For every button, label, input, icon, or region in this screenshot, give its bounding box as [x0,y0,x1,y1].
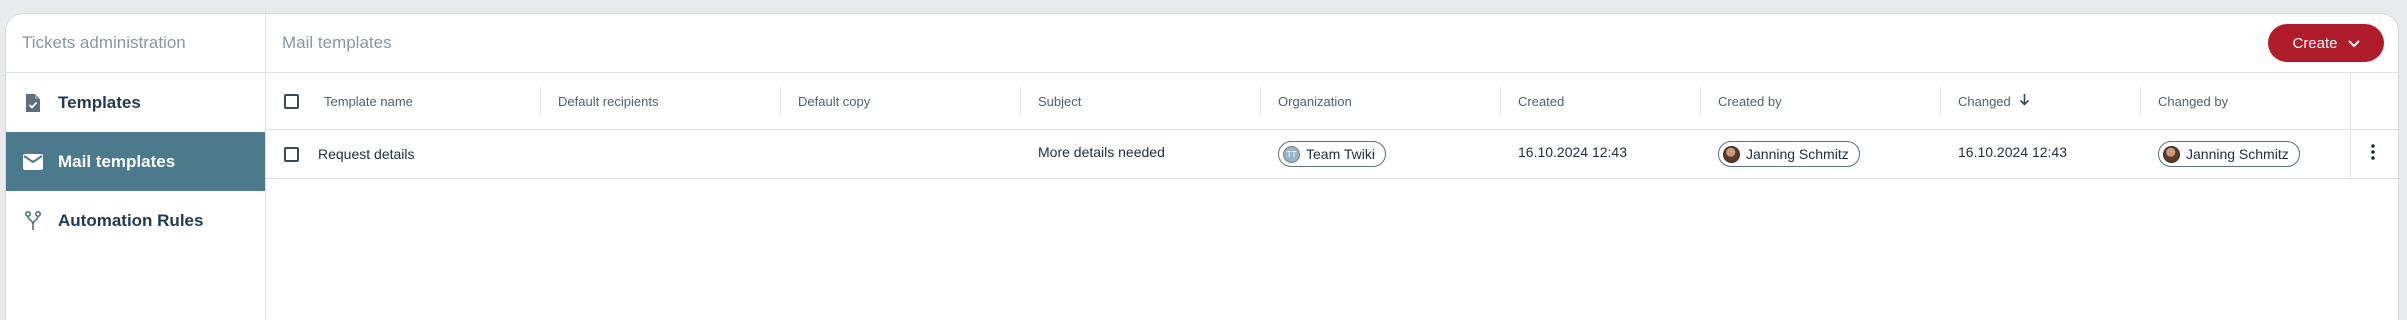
user-name: Janning Schmitz [2186,146,2289,162]
sidebar-item-label: Templates [58,92,141,112]
app-window: Tickets administration Templates Mail te… [5,13,2399,320]
team-avatar: TT [1283,145,1300,163]
row-more-button[interactable] [2358,130,2388,178]
column-divider[interactable] [2140,87,2141,115]
row-checkbox-cell [284,130,299,178]
sidebar-item-label: Mail templates [58,151,176,171]
cell-subject: More details needed [1038,144,1165,160]
sidebar-item-automation-rules[interactable]: Automation Rules [6,191,265,250]
cell-created: 16.10.2024 12:43 [1518,144,1627,160]
cell-created-by: Janning Schmitz [1718,130,1860,178]
select-all-checkbox-cell [284,73,299,129]
sidebar: Tickets administration Templates Mail te… [6,14,266,320]
document-check-icon [22,92,44,114]
column-divider[interactable] [540,87,541,115]
chevron-down-icon [2347,35,2360,52]
sidebar-title: Tickets administration [6,14,265,73]
create-button-label: Create [2292,34,2338,52]
avatar [1723,145,1740,163]
column-header-default-copy[interactable]: Default copy [798,73,870,129]
mail-icon [22,151,44,173]
sidebar-item-mail-templates[interactable]: Mail templates [6,132,265,191]
column-divider[interactable] [1700,87,1701,115]
column-divider[interactable] [1940,87,1941,115]
cell-changed: 16.10.2024 12:43 [1958,144,2067,160]
organization-chip[interactable]: TT Team Twiki [1278,141,1386,167]
column-header-created[interactable]: Created [1518,73,1564,129]
organization-name: Team Twiki [1306,146,1375,162]
column-divider[interactable] [780,87,781,115]
select-all-checkbox[interactable] [284,93,299,109]
user-chip[interactable]: Janning Schmitz [1718,141,1860,167]
table-header: Template name Default recipients Default… [266,73,2398,130]
avatar [2163,145,2180,163]
user-chip[interactable]: Janning Schmitz [2158,141,2300,167]
more-vertical-icon [2371,143,2375,165]
cell-template-name: Request details [318,146,415,162]
fork-icon [22,210,44,232]
column-divider[interactable] [1500,87,1501,115]
column-header-changed[interactable]: Changed [1958,73,2030,129]
column-header-created-by[interactable]: Created by [1718,73,1782,129]
page-header: Mail templates Create [266,14,2398,73]
sort-descending-icon [2019,93,2030,109]
page-title: Mail templates [282,33,392,52]
column-header-subject[interactable]: Subject [1038,73,1081,129]
sidebar-item-templates[interactable]: Templates [6,73,265,132]
row-checkbox[interactable] [284,146,299,162]
user-name: Janning Schmitz [1746,146,1849,162]
column-header-label: Changed [1958,93,2011,109]
column-divider[interactable] [1260,87,1261,115]
column-header-default-recipients[interactable]: Default recipients [558,73,658,129]
sidebar-item-label: Automation Rules [58,210,204,230]
column-header-template-name[interactable]: Template name [324,73,413,129]
table-row[interactable]: Request details More details needed TT T… [266,130,2398,179]
main-panel: Mail templates Create Template name Defa… [266,14,2398,320]
cell-organization: TT Team Twiki [1278,130,1386,178]
column-divider[interactable] [1020,87,1021,115]
column-header-changed-by[interactable]: Changed by [2158,73,2228,129]
column-header-organization[interactable]: Organization [1278,73,1352,129]
cell-changed-by: Janning Schmitz [2158,130,2300,178]
create-button[interactable]: Create [2268,24,2384,62]
